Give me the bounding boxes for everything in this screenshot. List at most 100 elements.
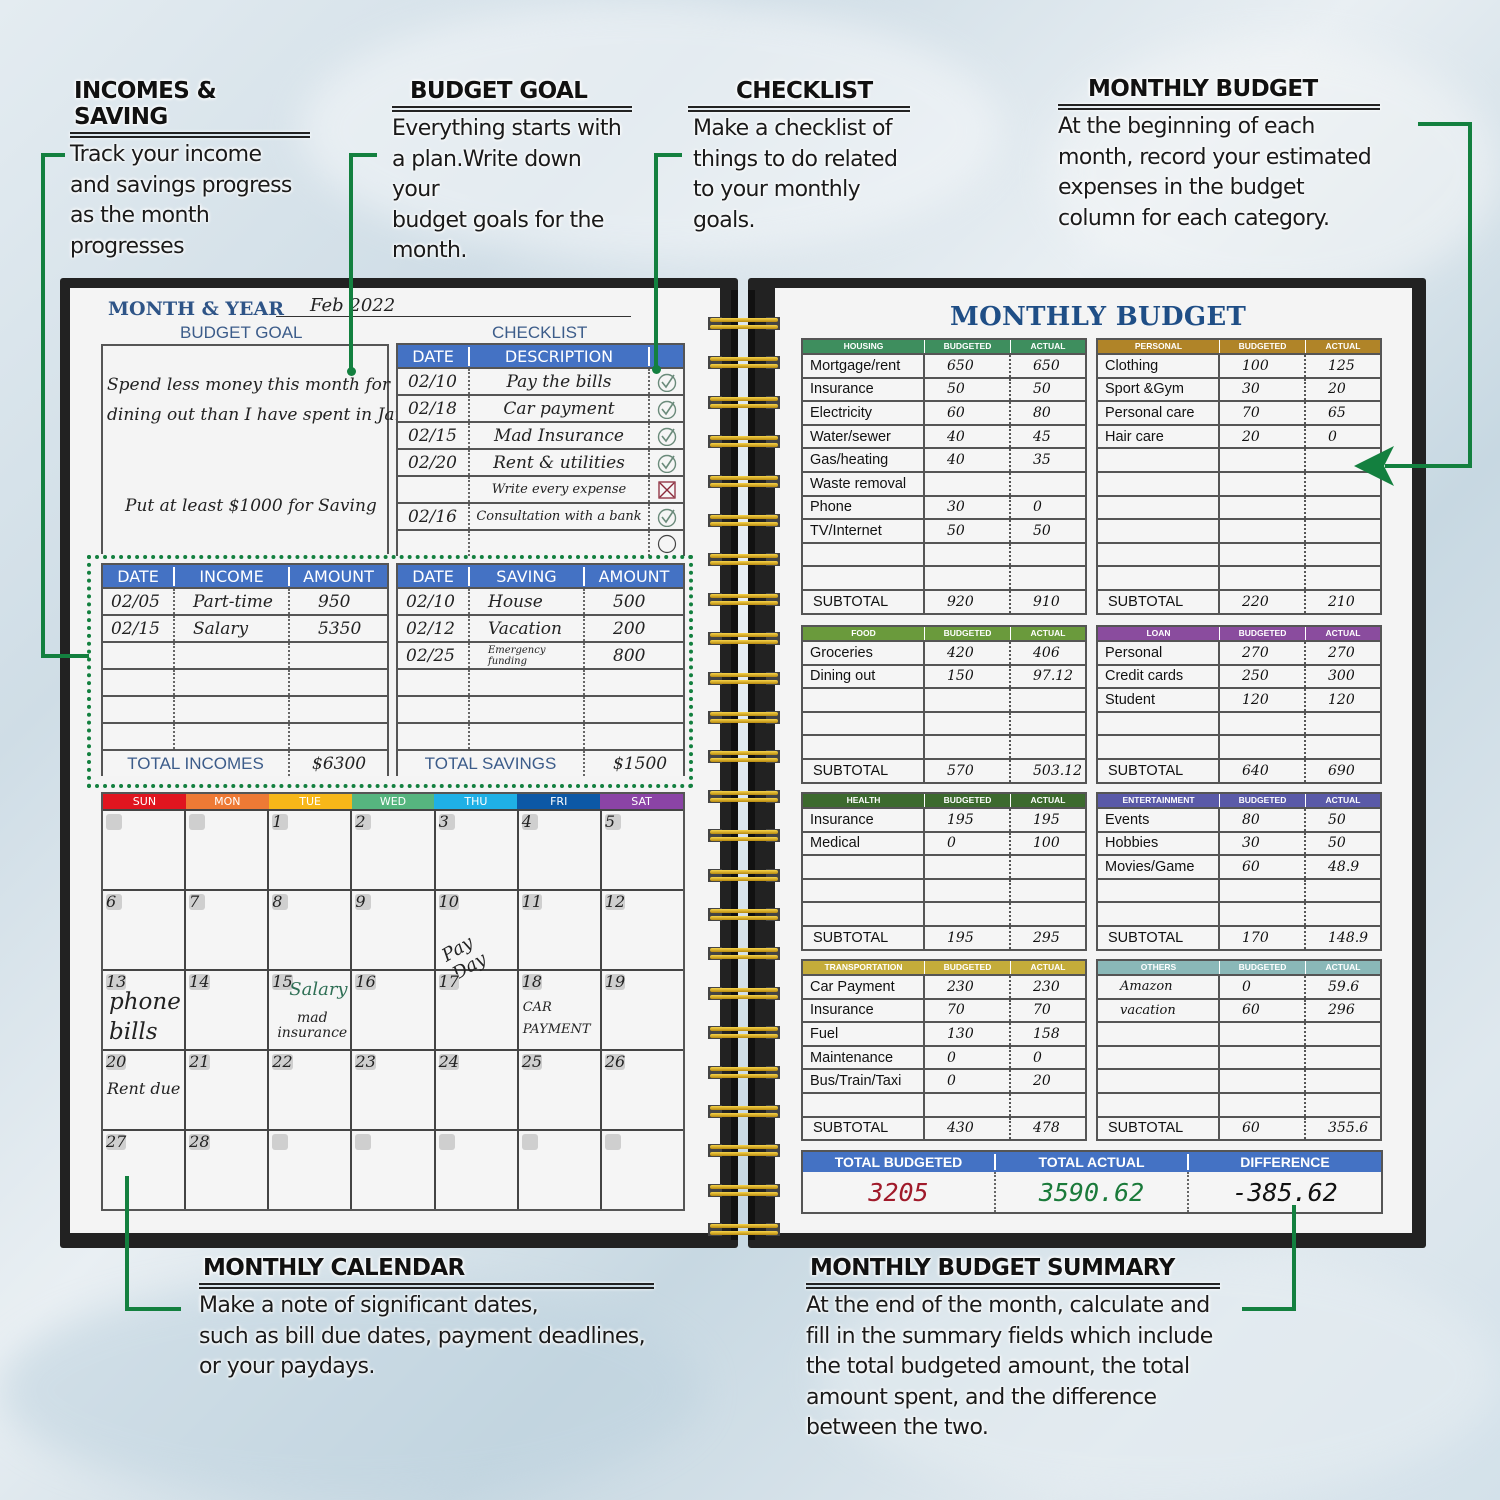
- budgeted-value[interactable]: 30: [1220, 832, 1306, 855]
- calendar-day[interactable]: 9: [352, 891, 436, 969]
- budgeted-value[interactable]: [1220, 449, 1306, 471]
- budgeted-value[interactable]: [1220, 472, 1306, 495]
- saving-amount[interactable]: [585, 697, 683, 722]
- actual-value[interactable]: 100: [1011, 833, 1085, 855]
- income-name[interactable]: [175, 697, 290, 722]
- budget-item[interactable]: Insurance: [803, 378, 925, 401]
- saving-amount[interactable]: 200: [585, 616, 683, 641]
- income-amount[interactable]: 950: [290, 589, 387, 614]
- income-date[interactable]: [103, 670, 175, 695]
- budget-item[interactable]: [803, 567, 925, 589]
- saving-amount[interactable]: 500: [585, 589, 683, 614]
- budgeted-value[interactable]: [925, 712, 1011, 735]
- budget-item[interactable]: [1098, 1070, 1220, 1092]
- actual-value[interactable]: 65: [1306, 402, 1380, 424]
- budgeted-value[interactable]: 195: [925, 809, 1011, 831]
- calendar-day[interactable]: 26: [602, 1051, 683, 1129]
- budget-goal-line[interactable]: dining out than I have spent in Jan: [107, 405, 405, 425]
- budgeted-value[interactable]: [1220, 1023, 1306, 1045]
- actual-value[interactable]: [1306, 736, 1380, 758]
- calendar-day[interactable]: 28: [186, 1131, 270, 1209]
- checklist-description[interactable]: Write every expense: [470, 477, 650, 502]
- calendar-day[interactable]: [269, 1131, 353, 1209]
- budget-item[interactable]: Groceries: [803, 642, 925, 664]
- budgeted-value[interactable]: 650: [925, 355, 1011, 377]
- budget-item[interactable]: TV/Internet: [803, 520, 925, 542]
- income-name[interactable]: Salary: [175, 616, 290, 641]
- budgeted-value[interactable]: 30: [925, 496, 1011, 519]
- calendar-day[interactable]: 13 phone bills: [103, 971, 187, 1049]
- budgeted-value[interactable]: [925, 543, 1011, 566]
- checklist-date[interactable]: [398, 531, 470, 556]
- budget-item[interactable]: Insurance: [803, 999, 925, 1022]
- income-name[interactable]: [175, 670, 290, 695]
- saving-date[interactable]: [398, 724, 470, 749]
- calendar-day[interactable]: 7: [186, 891, 270, 969]
- calendar-day[interactable]: 6: [103, 891, 187, 969]
- budgeted-value[interactable]: 420: [925, 642, 1011, 664]
- checklist-description[interactable]: Pay the bills: [470, 369, 650, 394]
- subtotal-actual[interactable]: 355.6: [1306, 1118, 1380, 1140]
- budgeted-value[interactable]: [925, 879, 1011, 902]
- budgeted-value[interactable]: [1220, 736, 1306, 758]
- budgeted-value[interactable]: 270: [1220, 642, 1306, 664]
- saving-total-value[interactable]: $1500: [585, 751, 683, 776]
- budget-item[interactable]: Medical: [803, 832, 925, 855]
- actual-value[interactable]: [1011, 713, 1085, 735]
- calendar-day[interactable]: [352, 1131, 436, 1209]
- calendar-day[interactable]: 15 Salary mad insurance: [269, 971, 353, 1049]
- checklist-date[interactable]: 02/20: [398, 450, 470, 475]
- actual-value[interactable]: 406: [1011, 642, 1085, 664]
- budget-item[interactable]: [1098, 712, 1220, 735]
- budgeted-value[interactable]: 0: [925, 1070, 1011, 1092]
- budget-item[interactable]: [1098, 567, 1220, 589]
- calendar-day[interactable]: 17: [436, 971, 519, 1049]
- calendar-day[interactable]: 14: [186, 971, 270, 1049]
- income-amount[interactable]: [290, 697, 387, 722]
- calendar-day[interactable]: [519, 1131, 602, 1209]
- check-circle-icon[interactable]: [650, 450, 683, 475]
- budget-item[interactable]: Insurance: [803, 809, 925, 831]
- actual-value[interactable]: 59.6: [1306, 976, 1380, 998]
- saving-name[interactable]: Emergency funding: [470, 643, 585, 668]
- actual-value[interactable]: 50: [1306, 809, 1380, 831]
- budgeted-value[interactable]: [1220, 520, 1306, 542]
- budget-item[interactable]: vacation: [1098, 999, 1220, 1022]
- actual-value[interactable]: [1306, 903, 1380, 925]
- budget-item[interactable]: Clothing: [1098, 355, 1220, 377]
- budgeted-value[interactable]: 40: [925, 425, 1011, 448]
- budgeted-value[interactable]: [1220, 1070, 1306, 1092]
- calendar-note[interactable]: mad insurance: [273, 1011, 351, 1041]
- calendar-note[interactable]: Rent due: [107, 1079, 180, 1098]
- actual-value[interactable]: [1306, 520, 1380, 542]
- budget-item[interactable]: Water/sewer: [803, 425, 925, 448]
- calendar-day[interactable]: 3: [436, 811, 519, 889]
- budget-item[interactable]: Hobbies: [1098, 832, 1220, 855]
- calendar-day[interactable]: 23: [352, 1051, 436, 1129]
- calendar-day[interactable]: [186, 811, 270, 889]
- calendar-day[interactable]: 5: [602, 811, 683, 889]
- budgeted-value[interactable]: 70: [1220, 402, 1306, 424]
- calendar-day[interactable]: 12: [602, 891, 683, 969]
- budget-item[interactable]: Movies/Game: [1098, 856, 1220, 878]
- income-amount[interactable]: [290, 643, 387, 668]
- calendar-day[interactable]: 2: [352, 811, 436, 889]
- actual-value[interactable]: 270: [1306, 642, 1380, 664]
- actual-value[interactable]: [1011, 544, 1085, 566]
- actual-value[interactable]: 97.12: [1011, 666, 1085, 688]
- calendar-day[interactable]: 22: [269, 1051, 353, 1129]
- budgeted-value[interactable]: [1220, 879, 1306, 902]
- actual-value[interactable]: [1011, 567, 1085, 589]
- actual-value[interactable]: 125: [1306, 355, 1380, 377]
- subtotal-budgeted[interactable]: 920: [925, 590, 1011, 613]
- actual-value[interactable]: [1011, 689, 1085, 711]
- subtotal-budgeted[interactable]: 170: [1220, 926, 1306, 949]
- budgeted-value[interactable]: [1220, 712, 1306, 735]
- empty-circle-icon[interactable]: [650, 531, 683, 556]
- budgeted-value[interactable]: 70: [925, 999, 1011, 1022]
- budgeted-value[interactable]: [1220, 567, 1306, 589]
- saving-name[interactable]: [470, 697, 585, 722]
- saving-amount[interactable]: [585, 724, 683, 749]
- calendar-day[interactable]: 10 Pay Day: [436, 891, 519, 984]
- actual-value[interactable]: 35: [1011, 449, 1085, 471]
